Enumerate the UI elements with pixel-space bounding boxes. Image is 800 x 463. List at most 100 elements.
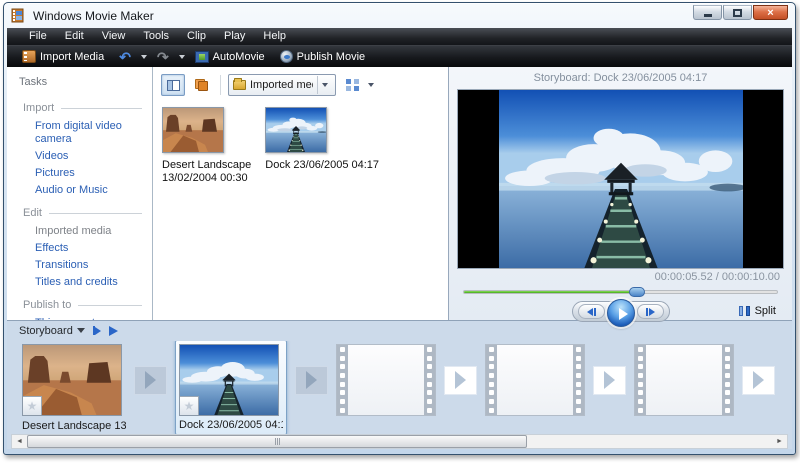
- task-audio-or-music[interactable]: Audio or Music: [19, 182, 152, 199]
- redo-button[interactable]: ↷: [152, 49, 174, 65]
- storyboard-view-dropdown[interactable]: Storyboard: [19, 325, 85, 337]
- scroll-left-button[interactable]: ◄: [12, 435, 27, 448]
- storyboard-clip-desert-image[interactable]: ★: [22, 344, 122, 416]
- menu-file[interactable]: File: [20, 29, 56, 44]
- transport-bar: [572, 301, 670, 322]
- undo-button[interactable]: ↶: [114, 49, 136, 65]
- import-media-button[interactable]: Import Media: [17, 48, 109, 65]
- transition-arrow-icon: [455, 371, 466, 389]
- toggle-tasks-pane-button[interactable]: [161, 74, 185, 96]
- task-from-dv-camera[interactable]: From digital video camera: [19, 118, 152, 148]
- task-titles-and-credits[interactable]: Titles and credits: [19, 274, 152, 291]
- chevron-down-icon: [77, 328, 85, 333]
- menu-edit[interactable]: Edit: [56, 29, 93, 44]
- task-pictures[interactable]: Pictures: [19, 165, 152, 182]
- transition-arrow-icon: [145, 371, 156, 389]
- split-button[interactable]: Split: [739, 305, 776, 317]
- menu-play[interactable]: Play: [215, 29, 254, 44]
- rewind-storyboard-button[interactable]: [93, 326, 101, 335]
- title-bar[interactable]: Windows Movie Maker ×: [4, 3, 795, 28]
- storyboard-clip-desert[interactable]: ★ Desert Landscape 13/02/2...: [22, 344, 126, 432]
- maximize-icon: [733, 9, 742, 17]
- collection-dropdown-value: Imported media: [250, 79, 313, 91]
- storyboard-clip-dock-image[interactable]: ★: [179, 344, 279, 416]
- effects-star-badge[interactable]: ★: [23, 396, 42, 415]
- storyboard-clip-caption: Dock 23/06/2005 04:17: [179, 419, 283, 431]
- undo-dropdown-caret[interactable]: [141, 55, 147, 59]
- tasks-pane: Tasks Import From digital video camera V…: [7, 67, 153, 320]
- video-frame: [499, 90, 743, 268]
- effects-star-badge[interactable]: ★: [180, 396, 199, 415]
- desert-image: [163, 108, 223, 152]
- storyboard-empty-cell[interactable]: [336, 344, 436, 416]
- minimize-button[interactable]: [693, 5, 722, 20]
- publish-movie-button[interactable]: Publish Movie: [275, 48, 370, 65]
- transition-cell[interactable]: [134, 366, 167, 395]
- collection-dropdown[interactable]: Imported media: [228, 74, 336, 96]
- previous-frame-icon: [587, 308, 593, 316]
- close-icon: ×: [767, 8, 773, 18]
- views-button[interactable]: [340, 74, 364, 96]
- seek-track[interactable]: [463, 290, 778, 294]
- storyboard-clip-dock-selected[interactable]: ★ Dock 23/06/2005 04:17: [175, 341, 287, 434]
- next-frame-button[interactable]: [637, 304, 664, 319]
- storyboard-view-label: Storyboard: [19, 325, 73, 337]
- collection-dropdown-caret[interactable]: [317, 76, 332, 94]
- task-effects[interactable]: Effects: [19, 240, 152, 257]
- collections-icon: [195, 79, 208, 91]
- menu-clip[interactable]: Clip: [178, 29, 215, 44]
- film-sprockets: [486, 347, 497, 413]
- views-dropdown-caret[interactable]: [368, 83, 374, 87]
- playback-controls: Split: [449, 298, 792, 320]
- automovie-label: AutoMovie: [213, 51, 265, 63]
- close-button[interactable]: ×: [753, 5, 788, 20]
- tasks-section-edit: Edit: [19, 207, 152, 219]
- storyboard-empty-cell[interactable]: [485, 344, 585, 416]
- task-transitions[interactable]: Transitions: [19, 257, 152, 274]
- media-item-desert[interactable]: Desert Landscape 13/02/2004 00:30: [162, 107, 251, 185]
- publish-movie-label: Publish Movie: [297, 51, 365, 63]
- video-area: [457, 89, 784, 269]
- play-button[interactable]: [607, 299, 635, 327]
- storyboard-scrollbar[interactable]: ◄ ►: [11, 434, 788, 449]
- undo-icon: ↶: [119, 51, 131, 63]
- desert-thumbnail[interactable]: [162, 107, 224, 153]
- transition-cell[interactable]: [444, 366, 477, 395]
- collections-button[interactable]: [189, 74, 213, 96]
- seek-thumb[interactable]: [629, 287, 645, 297]
- media-item-dock[interactable]: Dock 23/06/2005 04:17: [265, 107, 379, 172]
- menu-view[interactable]: View: [93, 29, 135, 44]
- transition-cell[interactable]: [742, 366, 775, 395]
- chevron-down-icon: [322, 83, 328, 87]
- scroll-right-button[interactable]: ►: [772, 435, 787, 448]
- transition-cell[interactable]: [295, 366, 328, 395]
- storyboard-empty-cell[interactable]: [634, 344, 734, 416]
- transition-cell[interactable]: [593, 366, 626, 395]
- scrollbar-track[interactable]: [27, 435, 772, 448]
- import-media-label: Import Media: [40, 51, 104, 63]
- import-media-icon: [22, 50, 36, 63]
- redo-dropdown-caret[interactable]: [179, 55, 185, 59]
- folder-icon: [233, 80, 246, 90]
- play-storyboard-button[interactable]: [109, 326, 118, 336]
- maximize-button[interactable]: [723, 5, 752, 20]
- dock-image: [266, 108, 326, 152]
- seek-slider[interactable]: [463, 286, 778, 298]
- next-frame-icon: [649, 308, 655, 316]
- dock-thumbnail[interactable]: [265, 107, 327, 153]
- storyboard-track: ★ Desert Landscape 13/02/2...: [7, 341, 792, 434]
- task-videos[interactable]: Videos: [19, 148, 152, 165]
- menu-tools[interactable]: Tools: [134, 29, 178, 44]
- transition-arrow-icon: [306, 371, 317, 389]
- transition-arrow-icon: [604, 371, 615, 389]
- scrollbar-thumb[interactable]: [27, 435, 527, 448]
- automovie-icon: [195, 51, 209, 63]
- automovie-button[interactable]: AutoMovie: [190, 49, 270, 65]
- toolbar-separator: [220, 75, 221, 95]
- film-sprockets: [424, 347, 435, 413]
- rewind-icon: [95, 327, 101, 335]
- menu-help[interactable]: Help: [254, 29, 295, 44]
- star-icon: ★: [184, 399, 195, 413]
- media-list: Desert Landscape 13/02/2004 00:30: [153, 97, 448, 185]
- previous-frame-button[interactable]: [578, 304, 605, 319]
